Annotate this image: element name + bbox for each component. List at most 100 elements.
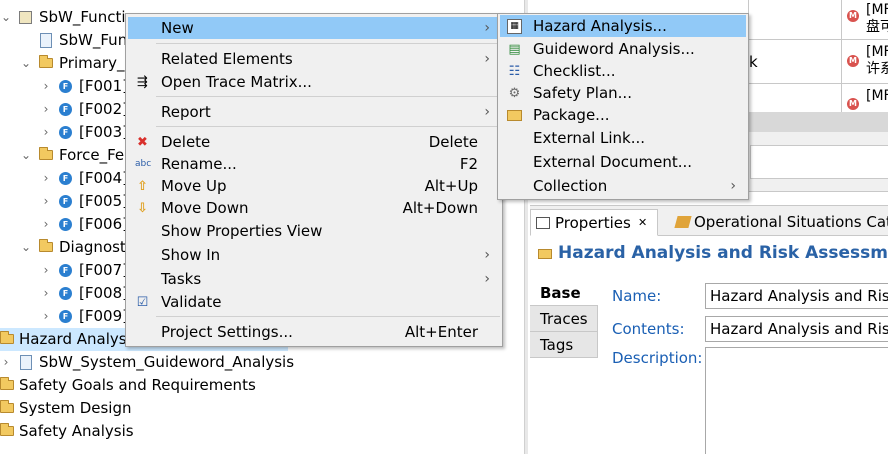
menu-item-shortcut: Alt+Down [402, 199, 478, 217]
rename-icon: abc [135, 159, 152, 169]
requirements-grid: M [MF 盘可 k M [MF 许系 M [MF [748, 0, 888, 112]
chevron-down-icon[interactable]: ⌄ [20, 236, 32, 259]
name-label: Name: [612, 287, 662, 305]
menu-item-show-in[interactable]: Show In › [128, 244, 500, 266]
chevron-right-icon[interactable]: › [40, 121, 52, 144]
tree-item[interactable]: Safety Goals and Requirements [0, 374, 300, 397]
tab-tags[interactable]: Tags [530, 332, 598, 358]
menu-item-show-properties-view[interactable]: Show Properties View [128, 220, 500, 242]
menu-item-hazard-analysis[interactable]: ▦ Hazard Analysis... [500, 15, 746, 37]
menu-item-label: Project Settings... [161, 323, 293, 341]
menu-item-move-up[interactable]: ⇧ Move Up Alt+Up [128, 175, 500, 197]
chevron-right-icon[interactable]: › [40, 282, 52, 305]
chevron-right-icon[interactable]: › [40, 75, 52, 98]
tree-item[interactable]: › F [F009] [0, 305, 130, 328]
menu-item-delete[interactable]: ✖ Delete Delete [128, 131, 500, 153]
menu-separator [156, 43, 500, 44]
menu-item-shortcut: F2 [459, 155, 478, 173]
menu-item-tasks[interactable]: Tasks › [128, 268, 500, 290]
menu-item-external-link[interactable]: External Link... [500, 127, 746, 149]
menu-item-move-down[interactable]: ⇩ Move Down Alt+Down [128, 197, 500, 219]
properties-icon [536, 217, 550, 229]
validate-icon: ☑ [136, 295, 149, 310]
menu-item-related-elements[interactable]: Related Elements › [128, 48, 500, 70]
tab-label: Properties [555, 214, 631, 232]
tree-item[interactable]: › F [F001] [0, 75, 130, 98]
contents-field[interactable]: Hazard Analysis and Risk [705, 316, 888, 342]
chevron-right-icon[interactable]: › [40, 305, 52, 328]
tab-traces[interactable]: Traces [530, 306, 598, 332]
menu-item-open-trace-matrix[interactable]: ⇶ Open Trace Matrix... [128, 71, 500, 93]
tree-item[interactable]: Safety Analysis [0, 420, 300, 443]
menu-item-safety-plan[interactable]: ⚙ Safety Plan... [500, 82, 746, 104]
tab-properties[interactable]: Properties ✕ [530, 209, 658, 236]
tree-item-label: Safety Analysis [19, 422, 134, 440]
tree-item[interactable]: ⌄ Primary_S [0, 52, 134, 75]
menu-item-project-settings[interactable]: Project Settings... Alt+Enter [128, 321, 500, 343]
close-icon[interactable]: ✕ [638, 210, 647, 236]
chevron-right-icon[interactable]: › [40, 98, 52, 121]
name-field[interactable]: Hazard Analysis and Risk [705, 283, 888, 309]
grid-cell-text: [MF [866, 2, 888, 18]
description-label: Description: [612, 349, 703, 367]
tree-item-label: Primary_S [59, 54, 134, 72]
tree-item[interactable]: › F [F008] [0, 282, 130, 305]
chevron-right-icon[interactable]: › [0, 351, 12, 374]
grid-row[interactable]: M [MF 盘可 [749, 0, 888, 40]
description-field[interactable] [705, 347, 888, 454]
menu-item-guideword-analysis[interactable]: ▤ Guideword Analysis... [500, 38, 746, 60]
tree-item[interactable]: SbW_Func [0, 29, 135, 52]
menu-item-label: Show In [161, 246, 221, 264]
tree-item[interactable]: ⌄ SbW_Functi [0, 6, 130, 29]
tree-item[interactable]: › SbW_System_Guideword_Analysis [0, 351, 300, 374]
chevron-down-icon[interactable]: ⌄ [20, 144, 32, 167]
properties-side-tabs: Base Traces Tags [530, 280, 598, 358]
menu-item-validate[interactable]: ☑ Validate [128, 291, 500, 313]
menu-item-report[interactable]: Report › [128, 101, 500, 123]
grid-row[interactable]: k M [MF 许系 [749, 40, 888, 84]
chevron-right-icon[interactable]: › [40, 259, 52, 282]
menu-item-rename[interactable]: abc Rename... F2 [128, 153, 500, 175]
menu-item-package[interactable]: Package... [500, 104, 746, 126]
chevron-right-icon: › [484, 247, 490, 263]
tab-base[interactable]: Base [530, 280, 598, 306]
chevron-down-icon[interactable]: ⌄ [20, 52, 32, 75]
tree-item[interactable]: › F [F005] [0, 190, 130, 213]
function-icon: F [59, 126, 72, 139]
menu-item-checklist[interactable]: ☷ Checklist... [500, 60, 746, 82]
tree-item[interactable]: › F [F003] [0, 121, 130, 144]
chevron-right-icon: › [730, 178, 736, 194]
menu-item-collection[interactable]: Collection › [500, 175, 746, 197]
menu-item-new[interactable]: New › [128, 17, 500, 39]
toolbar-field[interactable] [750, 145, 888, 179]
tree-item[interactable]: › F [F007] [0, 259, 130, 282]
chevron-right-icon[interactable]: › [40, 213, 52, 236]
tree-item[interactable]: › F [F006] [0, 213, 130, 236]
tree-item[interactable]: System Design [0, 397, 300, 420]
menu-item-label: Collection [533, 177, 608, 195]
menu-item-shortcut: Delete [428, 133, 478, 151]
grid-row[interactable]: M [MF [749, 84, 888, 112]
tab-operational-situations[interactable]: Operational Situations Cata [672, 209, 888, 236]
tree-item[interactable]: ⌄ Force_Fe [0, 144, 130, 167]
folder-open-icon [0, 331, 14, 344]
tree-item[interactable]: › F [F002] [0, 98, 130, 121]
grid-cell-text: [MF [866, 88, 888, 104]
chevron-right-icon[interactable]: › [40, 190, 52, 213]
tree-item-label: SbW_Func [59, 31, 136, 49]
menu-item-label: Open Trace Matrix... [161, 73, 312, 91]
menu-item-label: Report [161, 103, 211, 121]
tree-item-label: SbW_System_Guideword_Analysis [39, 353, 295, 371]
function-icon: F [59, 287, 72, 300]
safety-plan-icon: ⚙ [508, 86, 521, 101]
tree-item-label: Diagnost [59, 238, 126, 256]
menu-item-external-document[interactable]: External Document... [500, 151, 746, 173]
chevron-down-icon[interactable]: ⌄ [0, 6, 12, 29]
tree-item-label: [F001] [79, 77, 128, 95]
chevron-right-icon[interactable]: › [40, 167, 52, 190]
menu-item-label: Rename... [161, 155, 237, 173]
tree-item[interactable]: ⌄ Diagnost [0, 236, 130, 259]
folder-icon [39, 239, 53, 252]
tree-item-label: [F006] [79, 215, 128, 233]
tree-item[interactable]: › F [F004] [0, 167, 130, 190]
